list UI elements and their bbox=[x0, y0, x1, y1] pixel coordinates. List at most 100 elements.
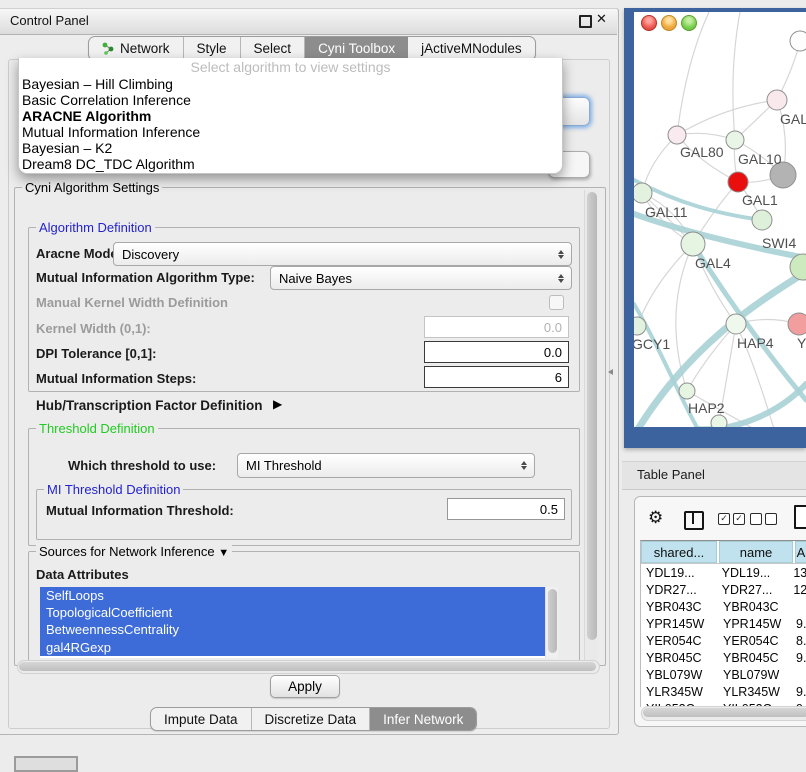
network-node-label: GAL80 bbox=[680, 144, 724, 160]
mi-type-combobox[interactable]: Naive Bayes bbox=[270, 266, 572, 290]
network-graph[interactable]: GAL7GAL80GAL10GAL1GAL11SWI4GAL4GCY1HAP4Y… bbox=[634, 12, 806, 427]
hub-expand-arrow-icon[interactable]: ▶ bbox=[273, 397, 282, 411]
settings-vertical-scrollbar[interactable] bbox=[584, 190, 598, 660]
table-cell: YBR043C bbox=[641, 600, 719, 614]
table-row[interactable]: YPR145WYPR145W9. bbox=[641, 615, 806, 632]
network-node-y[interactable] bbox=[788, 313, 806, 335]
aracne-mode-label: Aracne Mode: bbox=[36, 246, 122, 261]
aracne-mode-combobox[interactable]: Discovery bbox=[113, 242, 572, 266]
settings-horizontal-scrollbar-thumb[interactable] bbox=[19, 662, 596, 671]
control-panel-title: Control Panel bbox=[10, 13, 89, 28]
threshold-definition-title: Threshold Definition bbox=[36, 421, 158, 436]
algorithm-option[interactable]: ARACNE Algorithm bbox=[19, 108, 562, 124]
tab-cyni-toolbox[interactable]: Cyni Toolbox bbox=[305, 37, 408, 60]
table-header-row: shared... name A bbox=[641, 541, 806, 564]
mac-zoom-icon[interactable] bbox=[681, 15, 697, 31]
table-cell: 13 bbox=[790, 566, 806, 580]
tab-select[interactable]: Select bbox=[241, 37, 306, 60]
select-all-check-icon[interactable]: ✓ bbox=[718, 513, 730, 525]
deselect-checkbox-icon[interactable] bbox=[750, 513, 762, 525]
data-attribute-item[interactable]: gal4RGexp bbox=[40, 639, 557, 656]
minimized-panel-icon[interactable] bbox=[14, 756, 78, 772]
network-node-gal11[interactable] bbox=[634, 183, 652, 203]
network-node-hap4[interactable] bbox=[726, 314, 746, 334]
table-horizontal-scrollbar[interactable] bbox=[641, 706, 806, 721]
column-header-shared-name[interactable]: shared... bbox=[641, 541, 717, 563]
network-node-swi4[interactable] bbox=[752, 210, 772, 230]
algorithm-option[interactable]: Dream8 DC_TDC Algorithm bbox=[19, 156, 562, 172]
dpi-tolerance-field[interactable]: 0.0 bbox=[424, 341, 569, 363]
column-header-name[interactable]: name bbox=[719, 541, 793, 563]
attributes-scrollbar[interactable] bbox=[545, 587, 558, 658]
algorithm-option[interactable]: Mutual Information Inference bbox=[19, 124, 562, 140]
network-edge[interactable] bbox=[733, 12, 740, 140]
close-icon[interactable]: ✕ bbox=[596, 11, 607, 27]
table-cell: YLR345W bbox=[719, 685, 793, 699]
network-node-label: GAL7 bbox=[780, 111, 806, 127]
column-header-partial[interactable]: A bbox=[795, 541, 806, 563]
table-cell: YPR145W bbox=[641, 617, 719, 631]
network-node[interactable] bbox=[711, 415, 727, 427]
network-canvas[interactable]: GAL7GAL80GAL10GAL1GAL11SWI4GAL4GCY1HAP4Y… bbox=[634, 12, 806, 427]
table-row[interactable]: YLR345WYLR345W9. bbox=[641, 683, 806, 700]
table-row[interactable]: YBL079WYBL079W bbox=[641, 666, 806, 683]
settings-vertical-scrollbar-thumb[interactable] bbox=[587, 192, 597, 640]
table-cell: YDR27... bbox=[641, 583, 718, 597]
network-node-gal4[interactable] bbox=[681, 232, 705, 256]
table-row[interactable]: YDL19...YDL19...13 bbox=[641, 564, 806, 581]
tab-style[interactable]: Style bbox=[184, 37, 241, 60]
gear-icon[interactable]: ⚙ bbox=[648, 508, 663, 528]
float-window-icon[interactable] bbox=[579, 15, 592, 28]
network-node-gal80[interactable] bbox=[668, 126, 686, 144]
table-horizontal-scrollbar-thumb[interactable] bbox=[643, 708, 806, 717]
algorithm-option[interactable]: Bayesian – Hill Climbing bbox=[19, 76, 562, 92]
network-node-gal1[interactable] bbox=[728, 172, 748, 192]
tab-discretize-data[interactable]: Discretize Data bbox=[252, 708, 371, 730]
tab-jactivemnodules[interactable]: jActiveMNodules bbox=[408, 37, 535, 60]
mi-steps-field[interactable]: 6 bbox=[424, 366, 569, 388]
network-node-hap2[interactable] bbox=[679, 383, 695, 399]
algorithm-option[interactable]: Basic Correlation Inference bbox=[19, 92, 562, 108]
table-row[interactable]: YDR27...YDR27...12 bbox=[641, 581, 806, 598]
data-attributes-list[interactable]: SelfLoopsTopologicalCoefficientBetweenne… bbox=[40, 587, 557, 658]
node-attribute-table[interactable]: shared... name A YDL19...YDL19...13 YDR27… bbox=[640, 540, 806, 707]
tab-network[interactable]: Network bbox=[89, 37, 184, 60]
select-all-check-icon[interactable]: ✓ bbox=[733, 513, 745, 525]
table-cell: YBL079W bbox=[641, 668, 719, 682]
kernel-width-field[interactable]: 0.0 bbox=[424, 316, 569, 338]
settings-horizontal-scrollbar[interactable] bbox=[17, 660, 600, 674]
manual-kernel-checkbox[interactable] bbox=[549, 295, 564, 310]
apply-button[interactable]: Apply bbox=[270, 675, 340, 698]
panel-splitter-handle[interactable] bbox=[608, 369, 613, 375]
network-edge[interactable] bbox=[637, 244, 693, 326]
kernel-width-label: Kernel Width (0,1): bbox=[36, 321, 151, 336]
data-attribute-item[interactable]: TopologicalCoefficient bbox=[40, 604, 557, 621]
attributes-scrollbar-thumb[interactable] bbox=[548, 589, 557, 653]
algorithm-option[interactable]: Bayesian – K2 bbox=[19, 140, 562, 156]
network-edge[interactable] bbox=[677, 12, 709, 135]
document-icon[interactable] bbox=[794, 505, 806, 529]
network-node-gal7[interactable] bbox=[767, 90, 787, 110]
tab-impute-data[interactable]: Impute Data bbox=[151, 708, 252, 730]
tab-infer-network[interactable]: Infer Network bbox=[370, 708, 476, 730]
mac-minimize-icon[interactable] bbox=[661, 15, 677, 31]
sources-collapse-arrow-icon[interactable]: ▼ bbox=[218, 547, 229, 559]
network-edge[interactable] bbox=[677, 100, 777, 135]
data-attribute-item[interactable]: BetweennessCentrality bbox=[40, 621, 557, 638]
table-row[interactable]: YBR045CYBR045C9. bbox=[641, 649, 806, 666]
network-node[interactable] bbox=[790, 31, 806, 51]
mac-close-icon[interactable] bbox=[641, 15, 657, 31]
table-cell: 9. bbox=[793, 685, 806, 699]
table-row[interactable]: YBR043CYBR043C bbox=[641, 598, 806, 615]
which-threshold-combobox[interactable]: MI Threshold bbox=[237, 453, 535, 478]
table-row[interactable]: YER054CYER054C8. bbox=[641, 632, 806, 649]
algorithm-dropdown-placeholder: Select algorithm to view settings bbox=[19, 58, 562, 76]
data-attribute-item[interactable]: SelfLoops bbox=[40, 587, 557, 604]
split-columns-icon[interactable] bbox=[684, 511, 704, 530]
deselect-checkbox-icon[interactable] bbox=[765, 513, 777, 525]
network-node-gal10[interactable] bbox=[726, 131, 744, 149]
sources-group-title: Sources for Network Inference ▼ bbox=[36, 544, 232, 559]
cyni-algorithm-settings-title: Cyni Algorithm Settings bbox=[22, 180, 162, 195]
table-cell: 12 bbox=[790, 583, 806, 597]
mi-threshold-field[interactable]: 0.5 bbox=[447, 498, 565, 520]
